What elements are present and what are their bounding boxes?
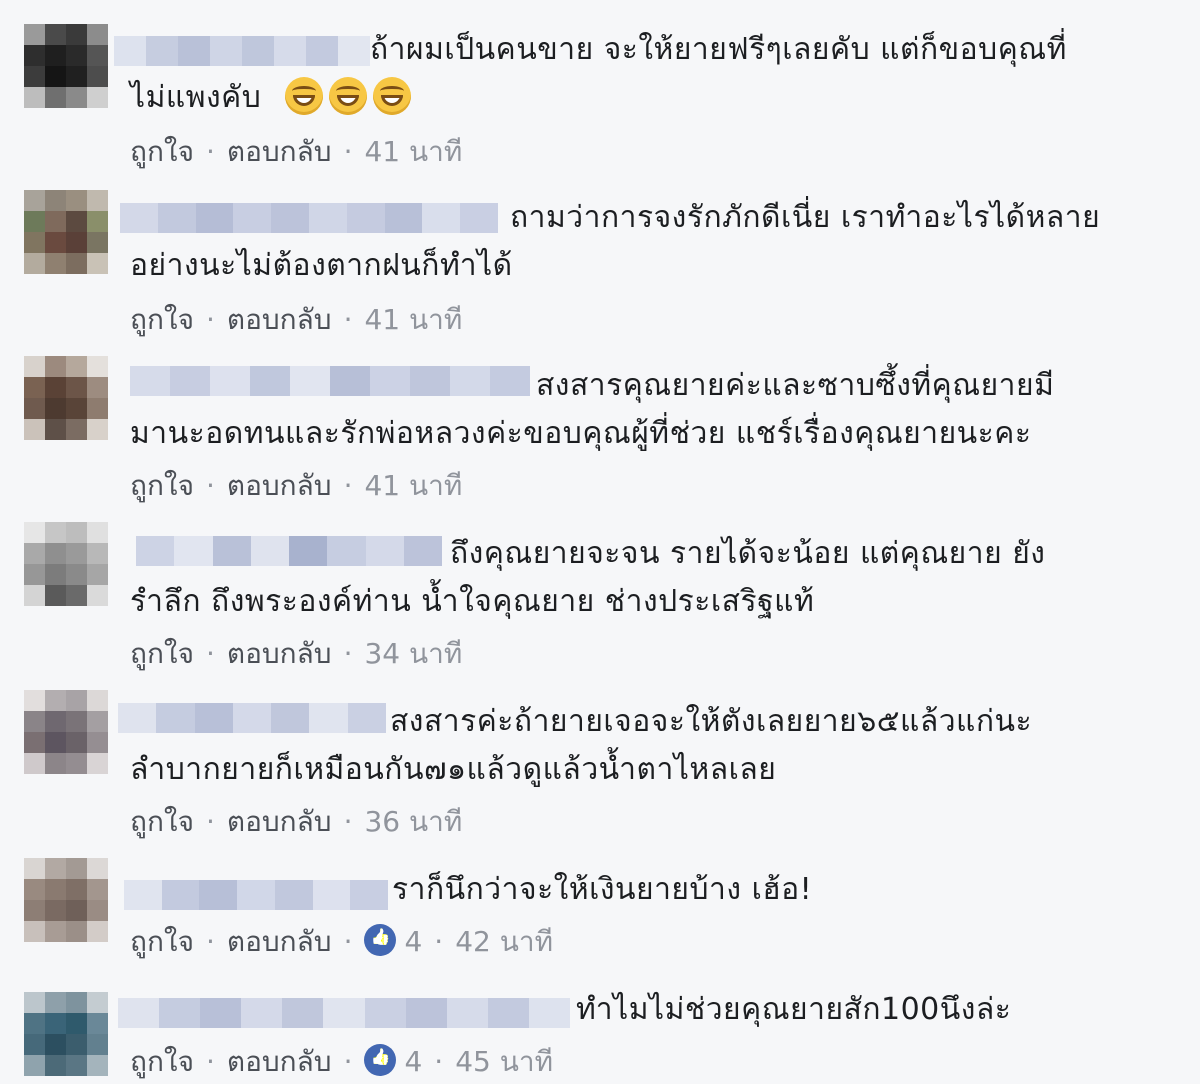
separator: · (343, 1045, 353, 1078)
comment-line: รำลึก ถึงพระองค์ท่าน น้ำใจคุณยาย ช่างประ… (130, 584, 815, 619)
reply-link[interactable]: ตอบกลับ (227, 637, 332, 670)
like-reaction-icon[interactable] (364, 924, 397, 956)
separator: · (434, 1045, 444, 1078)
comment-actions: ถูกใจ · ตอบกลับ · 41 นาที (130, 466, 462, 506)
comment-line: ไม่แพงคับ (130, 80, 262, 115)
comment-actions: ถูกใจ · ตอบกลับ · 36 นาที (130, 802, 462, 842)
comment-text: ถามว่าการจงรักภักดีเนี่ย เราทำอะไรได้หลา… (130, 194, 1180, 290)
timestamp[interactable]: 45 นาที (455, 1045, 553, 1078)
comment-text: ทำไมไม่ช่วยคุณยายสัก100นึงล่ะ (130, 986, 1180, 1034)
comment-text: ถ้าผมเป็นคนขาย จะให้ยายฟรีๆเลยคับ แต่ก็ข… (130, 26, 1180, 122)
comment-actions: ถูกใจ · ตอบกลับ · 41 นาที (130, 132, 462, 172)
comment-actions: ถูกใจ · ตอบกลับ · 4 · 42 นาที (130, 922, 553, 962)
like-link[interactable]: ถูกใจ (130, 805, 194, 838)
separator: · (205, 637, 215, 670)
timestamp[interactable]: 41 นาที (364, 303, 462, 336)
separator: · (343, 805, 353, 838)
like-link[interactable]: ถูกใจ (130, 469, 194, 502)
like-reaction-icon[interactable] (364, 1044, 397, 1076)
reply-link[interactable]: ตอบกลับ (227, 303, 332, 336)
separator: · (434, 925, 444, 958)
like-count[interactable]: 4 (404, 1045, 422, 1078)
comment-actions: ถูกใจ · ตอบกลับ · 34 นาที (130, 634, 462, 674)
comment-feed: ถ้าผมเป็นคนขาย จะให้ยายฟรีๆเลยคับ แต่ก็ข… (0, 0, 1200, 1084)
reply-link[interactable]: ตอบกลับ (227, 1045, 332, 1078)
separator: · (343, 469, 353, 502)
comment-text: สงสารคุณยายค่ะและซาบซึ้งที่คุณยายมี มานะ… (130, 362, 1180, 458)
comment-line: ถ้าผมเป็นคนขาย จะให้ยายฟรีๆเลยคับ แต่ก็ข… (370, 32, 1067, 67)
separator: · (343, 637, 353, 670)
separator: · (343, 135, 353, 168)
avatar[interactable] (24, 690, 108, 774)
comment-line: มานะอดทนและรักพ่อหลวงค่ะขอบคุณผู้ที่ช่วย… (130, 416, 1032, 451)
comment-text: ราก็นึกว่าจะให้เงินยายบ้าง เฮ้อ! (130, 866, 1180, 914)
comment-text: ถึงคุณยายจะจน รายได้จะน้อย แต่คุณยาย ยัง… (130, 530, 1180, 626)
separator: · (205, 469, 215, 502)
like-link[interactable]: ถูกใจ (130, 135, 194, 168)
comment-line: ลำบากยายก็เหมือนกัน๗๑แล้วดูแล้วน้ำตาไหลเ… (130, 752, 777, 787)
comment-actions: ถูกใจ · ตอบกลับ · 41 นาที (130, 300, 462, 340)
separator: · (205, 925, 215, 958)
separator: · (343, 925, 353, 958)
comment-actions: ถูกใจ · ตอบกลับ · 4 · 45 นาที (130, 1042, 553, 1082)
comment-line: สงสารค่ะถ้ายายเจอจะให้ตังเลยยาย๖๕แล้วแก่… (390, 704, 1033, 739)
reply-link[interactable]: ตอบกลับ (227, 925, 332, 958)
timestamp[interactable]: 41 นาที (364, 469, 462, 502)
avatar[interactable] (24, 356, 108, 440)
avatar[interactable] (24, 858, 108, 942)
timestamp[interactable]: 36 นาที (364, 805, 462, 838)
like-link[interactable]: ถูกใจ (130, 637, 194, 670)
avatar[interactable] (24, 522, 108, 606)
comment-line: อย่างนะไม่ต้องตากฝนก็ทำได้ (130, 248, 513, 283)
separator: · (205, 303, 215, 336)
timestamp[interactable]: 34 นาที (364, 637, 462, 670)
comment-line: สงสารคุณยายค่ะและซาบซึ้งที่คุณยายมี (536, 368, 1055, 403)
like-link[interactable]: ถูกใจ (130, 303, 194, 336)
grinning-face-emoji (373, 77, 412, 115)
comment-line: ถามว่าการจงรักภักดีเนี่ย เราทำอะไรได้หลา… (510, 200, 1101, 235)
reply-link[interactable]: ตอบกลับ (227, 469, 332, 502)
separator: · (205, 805, 215, 838)
like-count[interactable]: 4 (404, 925, 422, 958)
timestamp[interactable]: 41 นาที (364, 135, 462, 168)
grinning-face-emoji (329, 77, 368, 115)
avatar[interactable] (24, 992, 108, 1076)
comment-text: สงสารค่ะถ้ายายเจอจะให้ตังเลยยาย๖๕แล้วแก่… (130, 698, 1180, 794)
separator: · (205, 135, 215, 168)
avatar[interactable] (24, 24, 108, 108)
reply-link[interactable]: ตอบกลับ (227, 135, 332, 168)
comment-line: ถึงคุณยายจะจน รายได้จะน้อย แต่คุณยาย ยัง (450, 536, 1046, 571)
comment-line: ราก็นึกว่าจะให้เงินยายบ้าง เฮ้อ! (392, 872, 813, 907)
like-link[interactable]: ถูกใจ (130, 925, 194, 958)
timestamp[interactable]: 42 นาที (455, 925, 553, 958)
reply-link[interactable]: ตอบกลับ (227, 805, 332, 838)
separator: · (205, 1045, 215, 1078)
separator: · (343, 303, 353, 336)
comment-line: ทำไมไม่ช่วยคุณยายสัก100นึงล่ะ (576, 992, 1012, 1027)
avatar[interactable] (24, 190, 108, 274)
like-link[interactable]: ถูกใจ (130, 1045, 194, 1078)
grinning-face-emoji (285, 77, 324, 115)
